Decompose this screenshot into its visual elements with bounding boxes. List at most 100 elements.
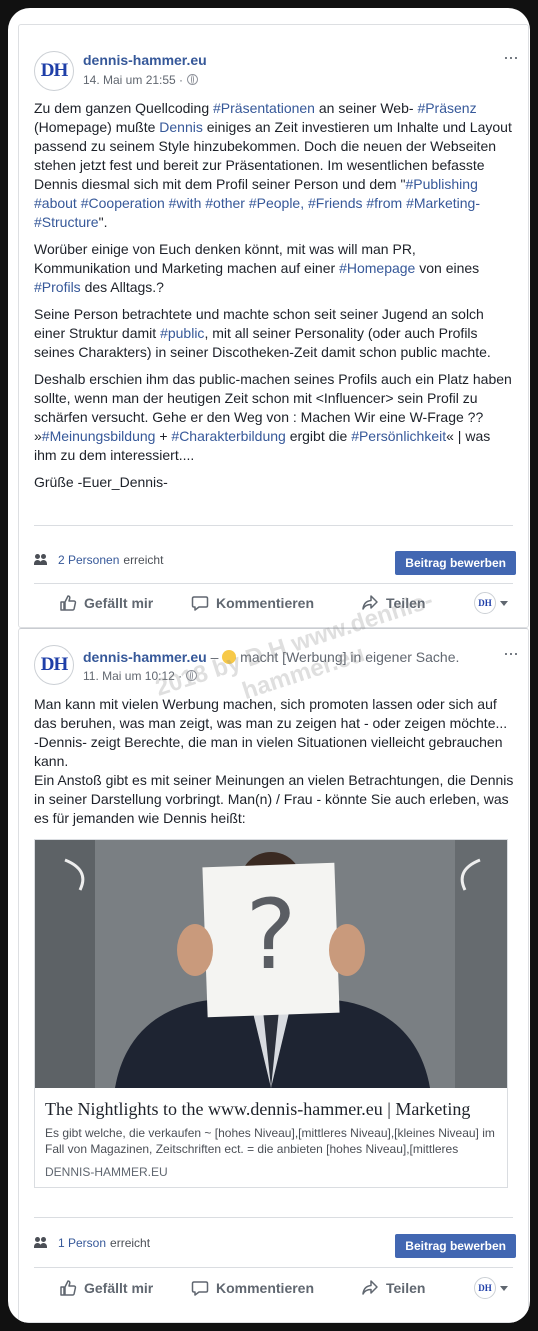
header-separator: –: [206, 649, 223, 665]
divider: [34, 525, 513, 526]
post-header-line: dennis-hammer.eu – macht [Werbung] in ei…: [83, 649, 459, 665]
timestamp-text: 11. Mai um 10:12 ·: [83, 669, 183, 683]
page-name-link[interactable]: dennis-hammer.eu: [83, 649, 207, 665]
hashtag-link[interactable]: #Präsenz: [417, 100, 476, 116]
comment-label: Kommentieren: [216, 1280, 315, 1296]
mini-avatar-text: DH: [478, 598, 492, 608]
link-preview-image: ?: [35, 840, 507, 1088]
hashtag-link[interactable]: #Meinungsbildung: [42, 428, 156, 444]
hashtag-link[interactable]: #Publishing: [405, 176, 477, 192]
link-info: The Nightlights to the www.dennis-hammer…: [35, 1088, 507, 1187]
text-segment: Zu dem ganzen Quellcoding: [34, 100, 213, 116]
comment-button[interactable]: Kommentieren: [191, 585, 314, 621]
comment-icon: [191, 596, 209, 611]
post-paragraph: Seine Person betrachtete und machte scho…: [34, 305, 514, 362]
post-timestamp[interactable]: 14. Mai um 21:55 ·: [83, 73, 199, 87]
mini-avatar: DH: [474, 1277, 496, 1299]
post-body: Man kann mit vielen Werbung machen, sich…: [34, 696, 514, 826]
activity-text: macht [Werbung] in eigener Sache.: [240, 649, 460, 665]
like-button[interactable]: Gefällt mir: [59, 585, 153, 621]
page-name-link[interactable]: dennis-hammer.eu: [83, 52, 207, 68]
text-segment: ".: [98, 214, 108, 230]
like-label: Gefällt mir: [84, 595, 154, 611]
divider: [34, 583, 513, 584]
caret-down-icon: [500, 1285, 508, 1291]
share-button[interactable]: Teilen: [361, 1270, 425, 1306]
reach-count-link[interactable]: 2 Personen: [58, 553, 119, 567]
link-preview-card[interactable]: ? The Nightlights to the www.dennis-hamm…: [34, 839, 508, 1188]
post-paragraph: Deshalb erschien ihm das public-machen s…: [34, 370, 514, 465]
people-icon: [34, 1237, 50, 1249]
people-icon: [34, 554, 50, 566]
link-title[interactable]: The Nightlights to the www.dennis-hammer…: [45, 1098, 497, 1120]
thumbs-up-icon: [60, 595, 77, 611]
share-label: Teilen: [386, 595, 426, 611]
text-segment: an seiner Web-: [314, 100, 418, 116]
mini-avatar: DH: [474, 592, 496, 614]
boost-post-button[interactable]: Beitrag bewerben: [395, 1234, 516, 1258]
share-icon: [362, 595, 378, 610]
screenshot-frame: DH dennis-hammer.eu 14. Mai um 21:55 · ·…: [8, 8, 530, 1323]
hashtag-link[interactable]: #Präsentationen: [213, 100, 315, 116]
reach-stats: 2 Personen erreicht: [34, 553, 163, 567]
mini-avatar-text: DH: [478, 1283, 492, 1293]
hashtag-link[interactable]: #Friends: [308, 195, 362, 211]
hashtag-link[interactable]: #about: [34, 195, 77, 211]
hashtag-link[interactable]: #Homepage: [339, 260, 415, 276]
reach-count-link[interactable]: 1 Person: [58, 1236, 106, 1250]
share-label: Teilen: [386, 1280, 426, 1296]
post-paragraph: Zu dem ganzen Quellcoding #Präsentatione…: [34, 99, 514, 232]
share-button[interactable]: Teilen: [361, 585, 425, 621]
post-timestamp[interactable]: 11. Mai um 10:12 ·: [83, 669, 198, 683]
globe-icon: [187, 74, 199, 85]
more-options-icon[interactable]: ···: [503, 643, 519, 664]
post-paragraph: Grüße -Euer_Dennis-: [34, 473, 514, 492]
hashtag-link[interactable]: Dennis: [159, 119, 203, 135]
hashtag-link[interactable]: #People,: [249, 195, 304, 211]
text-segment: +: [155, 428, 172, 444]
like-label: Gefällt mir: [84, 1280, 154, 1296]
hashtag-link[interactable]: #Cooperation: [81, 195, 165, 211]
hashtag-link[interactable]: #Persönlichkeit: [351, 428, 446, 444]
text-segment: Grüße -Euer_Dennis-: [34, 474, 168, 490]
post-as-selector[interactable]: DH: [474, 585, 508, 621]
action-bar: Gefällt mir Kommentieren Teilen DH: [19, 1270, 528, 1306]
avatar-logo-text: DH: [40, 654, 68, 675]
post-as-selector[interactable]: DH: [474, 1270, 508, 1306]
page-avatar[interactable]: DH: [34, 51, 74, 91]
thumbs-up-icon: [60, 1280, 77, 1296]
globe-icon: [186, 670, 198, 681]
hashtag-link[interactable]: #with: [169, 195, 202, 211]
comment-icon: [191, 1281, 209, 1296]
boost-post-button[interactable]: Beitrag bewerben: [395, 551, 516, 575]
link-description: Es gibt welche, die verkaufen ~ [hohes N…: [45, 1126, 495, 1156]
hashtag-link[interactable]: #Charakterbildung: [171, 428, 285, 444]
hashtag-link[interactable]: #from: [366, 195, 402, 211]
divider: [34, 1267, 513, 1268]
reach-label: erreicht: [110, 1236, 151, 1250]
hashtag-link[interactable]: #Profils: [34, 279, 81, 295]
hashtag-link[interactable]: #other: [205, 195, 245, 211]
divider: [34, 1217, 513, 1218]
question-mark-glyph: ?: [245, 879, 297, 991]
post-paragraph: Worüber einige von Euch denken könnt, mi…: [34, 240, 514, 297]
share-icon: [362, 1280, 378, 1295]
avatar-logo-text: DH: [40, 60, 68, 81]
post-body: Zu dem ganzen Quellcoding #Präsentatione…: [34, 99, 514, 500]
hashtag-link[interactable]: #public: [160, 325, 204, 341]
reach-label: erreicht: [123, 553, 164, 567]
reach-stats: 1 Person erreicht: [34, 1236, 150, 1250]
feed-post-2: DH dennis-hammer.eu – macht [Werbung] in…: [18, 586, 529, 1323]
caret-down-icon: [500, 600, 508, 606]
action-bar: Gefällt mir Kommentieren Teilen DH: [19, 585, 528, 621]
feeling-emoji-icon: [222, 650, 237, 664]
more-options-icon[interactable]: ···: [503, 47, 519, 68]
comment-label: Kommentieren: [216, 595, 315, 611]
timestamp-text: 14. Mai um 21:55 ·: [83, 73, 184, 87]
page-avatar[interactable]: DH: [34, 645, 74, 685]
text-segment: von eines: [415, 260, 480, 276]
text-segment: ergibt die: [285, 428, 352, 444]
like-button[interactable]: Gefällt mir: [59, 1270, 153, 1306]
feed-post-1: DH dennis-hammer.eu 14. Mai um 21:55 · ·…: [18, 24, 529, 628]
comment-button[interactable]: Kommentieren: [191, 1270, 314, 1306]
